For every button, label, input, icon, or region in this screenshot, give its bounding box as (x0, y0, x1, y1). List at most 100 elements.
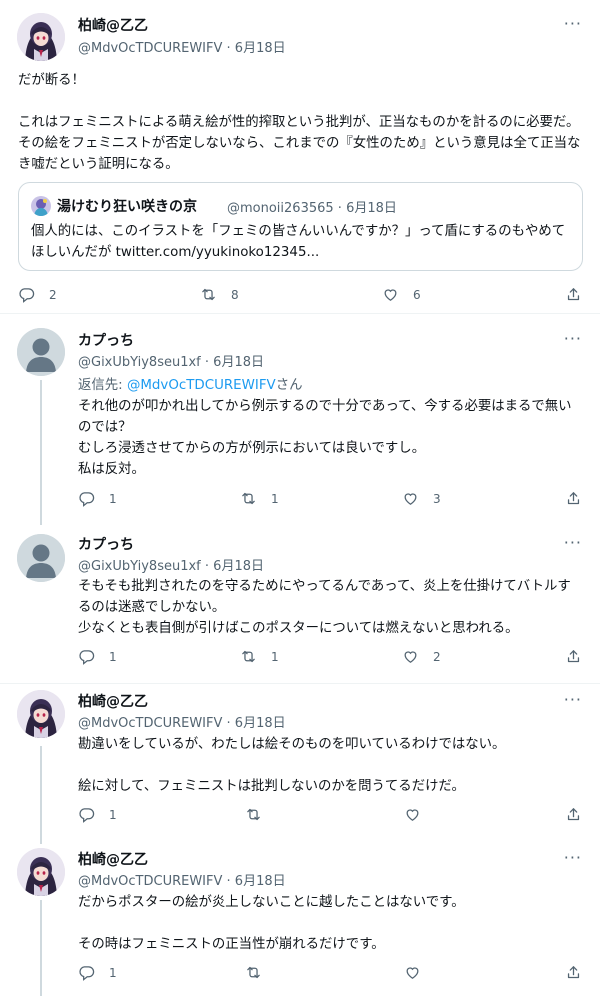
tweet-date[interactable]: 6月18日 (213, 355, 264, 370)
retweet-icon (200, 286, 217, 303)
reply-count: 1 (109, 807, 117, 822)
more-options-icon[interactable]: ··· (564, 690, 582, 709)
like-button[interactable]: 3 (402, 490, 441, 507)
handle: @MdvOcTDCUREWIFV (78, 716, 223, 731)
share-button[interactable] (565, 806, 582, 823)
share-icon (565, 286, 582, 303)
tweet-date[interactable]: 6月18日 (235, 874, 286, 889)
more-options-icon[interactable]: ··· (564, 848, 582, 867)
handle-and-date[interactable]: @GixUbYiy8seu1xf · 6月18日 (78, 351, 264, 370)
share-button[interactable] (565, 964, 582, 981)
action-bar: 2 8 6 (0, 286, 600, 306)
action-bar: 1 (0, 964, 600, 984)
handle-and-date[interactable]: @MdvOcTDCUREWIFV · 6月18日 (78, 37, 286, 56)
share-icon (565, 806, 582, 823)
retweet-button[interactable]: 1 (240, 648, 279, 665)
quoted-tweet[interactable]: 湯けむり狂い咲きの京 @monoii263565 · 6月18日 個人的には、こ… (18, 182, 583, 271)
reply-button[interactable]: 1 (78, 648, 117, 665)
quoted-avatar (31, 196, 51, 216)
like-count: 3 (433, 491, 441, 506)
more-options-icon[interactable]: ··· (564, 533, 582, 552)
tweet-date[interactable]: 6月18日 (235, 716, 286, 731)
display-name[interactable]: 柏崎@乙乙 (78, 849, 148, 869)
action-bar: 1 1 3 (0, 490, 600, 510)
like-button[interactable]: 6 (382, 286, 421, 303)
retweet-button[interactable]: 8 (200, 286, 239, 303)
handle-and-date[interactable]: @MdvOcTDCUREWIFV · 6月18日 (78, 712, 286, 731)
reply-target-link[interactable]: @MdvOcTDCUREWIFV (127, 378, 276, 393)
avatar[interactable] (17, 690, 65, 738)
reply-button[interactable]: 1 (78, 964, 117, 981)
heart-icon (382, 286, 399, 303)
reply-button[interactable]: 2 (18, 286, 57, 303)
retweet-icon (245, 964, 262, 981)
like-count: 2 (433, 649, 441, 664)
reply-button[interactable]: 1 (78, 490, 117, 507)
reply-icon (78, 490, 95, 507)
like-button[interactable]: 2 (402, 648, 441, 665)
share-icon (565, 490, 582, 507)
quoted-display-name: 湯けむり狂い咲きの京 (57, 199, 197, 215)
avatar-image (17, 690, 65, 738)
tweet-date[interactable]: 6月18日 (235, 41, 286, 56)
avatar[interactable] (17, 848, 65, 896)
handle-and-date[interactable]: @MdvOcTDCUREWIFV · 6月18日 (78, 870, 286, 889)
retweet-count: 1 (271, 491, 279, 506)
separator-dot: · (222, 716, 235, 731)
share-button[interactable] (565, 490, 582, 507)
like-button[interactable] (404, 806, 435, 823)
retweet-icon (240, 490, 257, 507)
display-name[interactable]: 柏崎@乙乙 (78, 15, 148, 35)
retweet-button[interactable]: 1 (240, 490, 279, 507)
heart-icon (404, 806, 421, 823)
share-button[interactable] (565, 286, 582, 303)
separator-dot: · (200, 559, 214, 574)
reply-tweet[interactable]: カプっち @GixUbYiy8seu1xf · 6月18日 ··· そもそも批判… (0, 523, 600, 683)
avatar[interactable] (17, 328, 65, 376)
handle: @GixUbYiy8seu1xf (78, 559, 201, 574)
tweet-text: だが断る！ これはフェミニストによる萌え絵が性的搾取という批判が、正当なものかを… (18, 73, 581, 172)
quoted-date: 6月18日 (346, 201, 397, 216)
heart-icon (402, 648, 419, 665)
reply-count: 1 (109, 491, 117, 506)
reply-tweet[interactable]: 柏崎@乙乙 @MdvOcTDCUREWIFV · 6月18日 ··· だからポス… (0, 838, 600, 996)
retweet-count: 8 (231, 287, 239, 302)
quoted-handle-and-date: @monoii263565 · 6月18日 (227, 197, 397, 216)
like-count: 6 (413, 287, 421, 302)
handle-and-date[interactable]: @GixUbYiy8seu1xf · 6月18日 (78, 555, 264, 574)
retweet-button[interactable] (245, 806, 276, 823)
separator-dot: · (222, 874, 235, 889)
separator-dot: · (200, 355, 214, 370)
reply-tweet[interactable]: 柏崎@乙乙 @MdvOcTDCUREWIFV · 6月18日 ··· 勘違いをし… (0, 683, 600, 838)
more-options-icon[interactable]: ··· (564, 14, 582, 33)
handle: @MdvOcTDCUREWIFV (78, 41, 223, 56)
reply-icon (78, 806, 95, 823)
handle: @MdvOcTDCUREWIFV (78, 874, 223, 889)
share-icon (565, 648, 582, 665)
like-button[interactable] (404, 964, 435, 981)
avatar[interactable] (17, 13, 65, 61)
display-name[interactable]: カプっち (78, 534, 134, 554)
more-options-icon[interactable]: ··· (564, 329, 582, 348)
tweet-date[interactable]: 6月18日 (213, 559, 264, 574)
default-avatar-icon (17, 534, 65, 582)
reply-tweet[interactable]: カプっち @GixUbYiy8seu1xf · 6月18日 ··· 返信先: @… (0, 313, 600, 523)
display-name[interactable]: カプっち (78, 330, 134, 350)
tweet-text: それ他のが叩かれ出してから例示するので十分であって、今する必要はまるで無いのでは… (78, 399, 572, 477)
retweet-button[interactable] (245, 964, 276, 981)
avatar[interactable] (17, 534, 65, 582)
separator-dot: · (333, 201, 347, 216)
retweet-count: 1 (271, 649, 279, 664)
reply-icon (78, 964, 95, 981)
heart-icon (402, 490, 419, 507)
main-tweet[interactable]: 柏崎@乙乙 @MdvOcTDCUREWIFV · 6月18日 ··· だが断る！… (0, 0, 600, 313)
display-name[interactable]: 柏崎@乙乙 (78, 691, 148, 711)
reply-button[interactable]: 1 (78, 806, 117, 823)
tweet-text: 勘違いをしているが、わたしは絵そのものを叩いているわけではない。 絵に対して、フ… (78, 737, 506, 794)
tweet-text: だからポスターの絵が炎上しないことに越したことはないです。 その時はフェミニスト… (78, 895, 465, 952)
handle: @GixUbYiy8seu1xf (78, 355, 201, 370)
replying-to: 返信先: @MdvOcTDCUREWIFVさん (78, 373, 302, 393)
share-button[interactable] (565, 648, 582, 665)
reply-icon (78, 648, 95, 665)
heart-icon (404, 964, 421, 981)
